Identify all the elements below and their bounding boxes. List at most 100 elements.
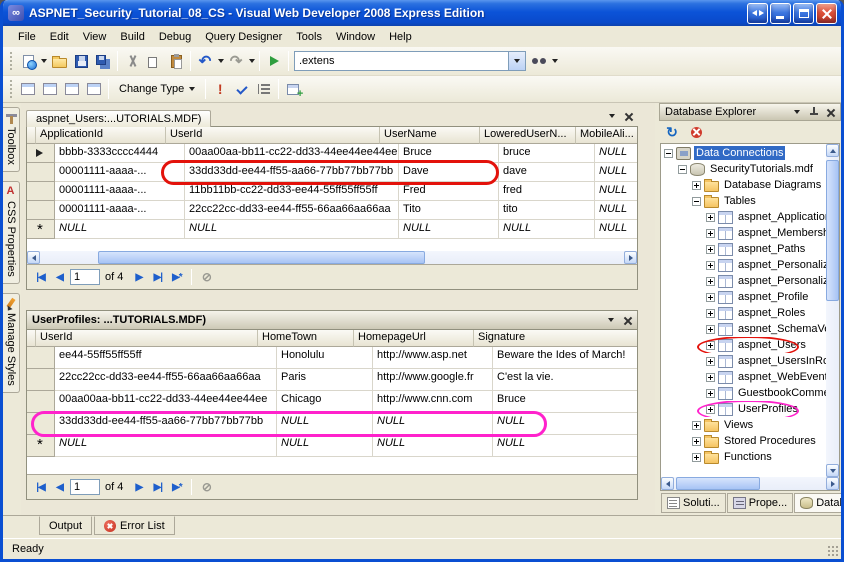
switch-windows-button[interactable] (747, 2, 768, 24)
table-row[interactable]: 00001111-aaaa-... 22cc22cc-dd33-ee44-ff5… (27, 201, 637, 220)
tree-node-label[interactable]: aspnet_PersonalizationPe (736, 274, 826, 288)
cell-signature[interactable]: Beware the Ides of March! (493, 347, 637, 369)
row-selector[interactable] (27, 435, 55, 457)
row-selector[interactable] (27, 347, 55, 369)
cell-userid[interactable]: 00aa00aa-bb11-cc22-dd33-44ee44ee44ee (185, 144, 399, 163)
cell-hometown[interactable]: Paris (277, 369, 373, 391)
cut-icon[interactable] (121, 50, 143, 72)
tree-node-label[interactable]: Functions (722, 450, 774, 464)
expand-toggle-icon[interactable] (706, 340, 715, 350)
cell-userid[interactable]: 22cc22cc-dd33-ee44-ff55-66aa66aa66aa (185, 201, 399, 220)
cell-userid[interactable]: NULL (185, 220, 399, 239)
cell-username[interactable]: NULL (399, 220, 499, 239)
expand-toggle-icon[interactable] (706, 260, 715, 270)
scroll-right-icon[interactable] (826, 477, 839, 490)
tree-node-label[interactable]: aspnet_Applications (736, 210, 826, 224)
tree-node-label[interactable]: aspnet_Membership (736, 226, 826, 240)
row-selector[interactable] (27, 413, 55, 435)
combo-dropdown-icon[interactable] (508, 52, 525, 70)
expand-toggle-icon[interactable] (706, 212, 715, 222)
refresh-icon[interactable] (661, 121, 683, 143)
redo-dropdown-icon[interactable] (247, 50, 256, 72)
cell-userid[interactable]: 11bb11bb-cc22-dd33-ee44-55ff55ff55ff (185, 182, 399, 201)
tree-node[interactable]: aspnet_Membership (661, 225, 826, 241)
current-record-input[interactable] (70, 479, 100, 495)
show-criteria-pane-icon[interactable] (39, 78, 61, 100)
move-first-button[interactable]: |◀ (32, 478, 49, 496)
tree-node[interactable]: aspnet_SchemaVersions (661, 321, 826, 337)
menu-item[interactable]: Window (329, 28, 382, 46)
table-row[interactable]: 33dd33dd-ee44-ff55-aa66-77bb77bb77bb NUL… (27, 411, 637, 437)
menu-item[interactable]: View (76, 28, 114, 46)
cell-signature[interactable]: C'est la vie. (493, 369, 637, 391)
add-table-icon[interactable] (282, 78, 304, 100)
close-panel-icon[interactable] (823, 105, 838, 119)
cell-username[interactable]: Tito (399, 201, 499, 220)
menu-item[interactable]: Debug (152, 28, 198, 46)
expand-toggle-icon[interactable] (678, 164, 687, 174)
cell-applicationid[interactable]: 00001111-aaaa-... (55, 201, 185, 220)
cell-loweredusername[interactable]: fred (499, 182, 595, 201)
scroll-down-icon[interactable] (826, 464, 839, 477)
table-row[interactable]: 00aa00aa-bb11-cc22-dd33-44ee44ee44ee Chi… (27, 391, 637, 413)
tree-node[interactable]: aspnet_Users (661, 337, 826, 353)
cell-signature[interactable]: NULL (493, 413, 637, 435)
expand-toggle-icon[interactable] (692, 196, 701, 206)
move-last-button[interactable]: ▶| (149, 268, 166, 286)
paste-icon[interactable] (165, 50, 187, 72)
verify-sql-icon[interactable] (231, 78, 253, 100)
expand-toggle-icon[interactable] (692, 180, 701, 190)
show-results-pane-icon[interactable] (83, 78, 105, 100)
tree-node-label[interactable]: aspnet_UsersInRoles (736, 354, 826, 368)
cell-mobilealias[interactable]: NULL (595, 144, 637, 163)
cell-applicationid[interactable]: 00001111-aaaa-... (55, 163, 185, 182)
sidebar-tab-manage-styles[interactable]: Manage Styles (3, 292, 20, 393)
save-icon[interactable] (70, 50, 92, 72)
column-header-homepageurl[interactable]: HomepageUrl (354, 330, 474, 347)
scroll-up-icon[interactable] (826, 144, 839, 157)
tree-node-label[interactable]: aspnet_SchemaVersions (736, 322, 826, 336)
menu-item[interactable]: Help (382, 28, 419, 46)
cell-applicationid[interactable]: bbbb-3333cccc4444 (55, 144, 185, 163)
tree-node[interactable]: Views (661, 417, 826, 433)
window-menu-icon[interactable] (604, 109, 619, 123)
add-new-row-button[interactable]: ▶* (168, 478, 185, 496)
row-selector[interactable] (27, 369, 55, 391)
tab-error-list[interactable]: Error List (94, 516, 175, 535)
cell-mobilealias[interactable]: NULL (595, 201, 637, 220)
tree-node[interactable]: aspnet_Profile (661, 289, 826, 305)
cell-mobilealias[interactable]: NULL (595, 182, 637, 201)
menu-item[interactable]: Build (113, 28, 151, 46)
scrollbar-thumb[interactable] (98, 251, 426, 264)
move-previous-button[interactable]: ◀ (51, 478, 68, 496)
sidebar-tab-css-properties[interactable]: CSS Properties (3, 180, 20, 284)
find-combo[interactable] (294, 51, 526, 71)
tab-output[interactable]: Output (39, 516, 93, 535)
select-all-corner[interactable] (27, 127, 36, 144)
tree-horizontal-scrollbar[interactable] (661, 477, 839, 490)
cell-userid[interactable]: 33dd33dd-ee44-ff55-aa66-77bb77bb77bb (185, 163, 399, 182)
tree-vertical-scrollbar[interactable] (826, 144, 839, 477)
window-position-icon[interactable] (789, 105, 804, 119)
expand-toggle-icon[interactable] (706, 308, 715, 318)
undo-dropdown-icon[interactable] (216, 50, 225, 72)
save-all-icon[interactable] (92, 50, 114, 72)
tree-node[interactable]: aspnet_Applications (661, 209, 826, 225)
show-diagram-pane-icon[interactable] (17, 78, 39, 100)
tree-node[interactable]: aspnet_WebEvent_Even (661, 369, 826, 385)
auto-hide-pin-icon[interactable] (806, 105, 821, 119)
tree-node[interactable]: Data Connections (661, 145, 826, 161)
tree-node-label[interactable]: GuestbookComments (736, 386, 826, 400)
expand-toggle-icon[interactable] (706, 244, 715, 254)
tree-node-label[interactable]: aspnet_Paths (736, 242, 807, 256)
expand-toggle-icon[interactable] (706, 228, 715, 238)
row-selector[interactable] (27, 220, 55, 239)
table-row[interactable]: 00001111-aaaa-... 11bb11bb-cc22-dd33-ee4… (27, 182, 637, 201)
scroll-left-icon[interactable] (27, 251, 40, 264)
expand-toggle-icon[interactable] (692, 420, 701, 430)
cell-username[interactable]: Fred (399, 182, 499, 201)
menu-item[interactable]: Tools (289, 28, 329, 46)
column-header-userid[interactable]: UserId (166, 127, 380, 144)
cell-userid[interactable]: 22cc22cc-dd33-ee44-ff55-66aa66aa66aa (55, 369, 277, 391)
column-header-applicationid[interactable]: ApplicationId (36, 127, 166, 144)
